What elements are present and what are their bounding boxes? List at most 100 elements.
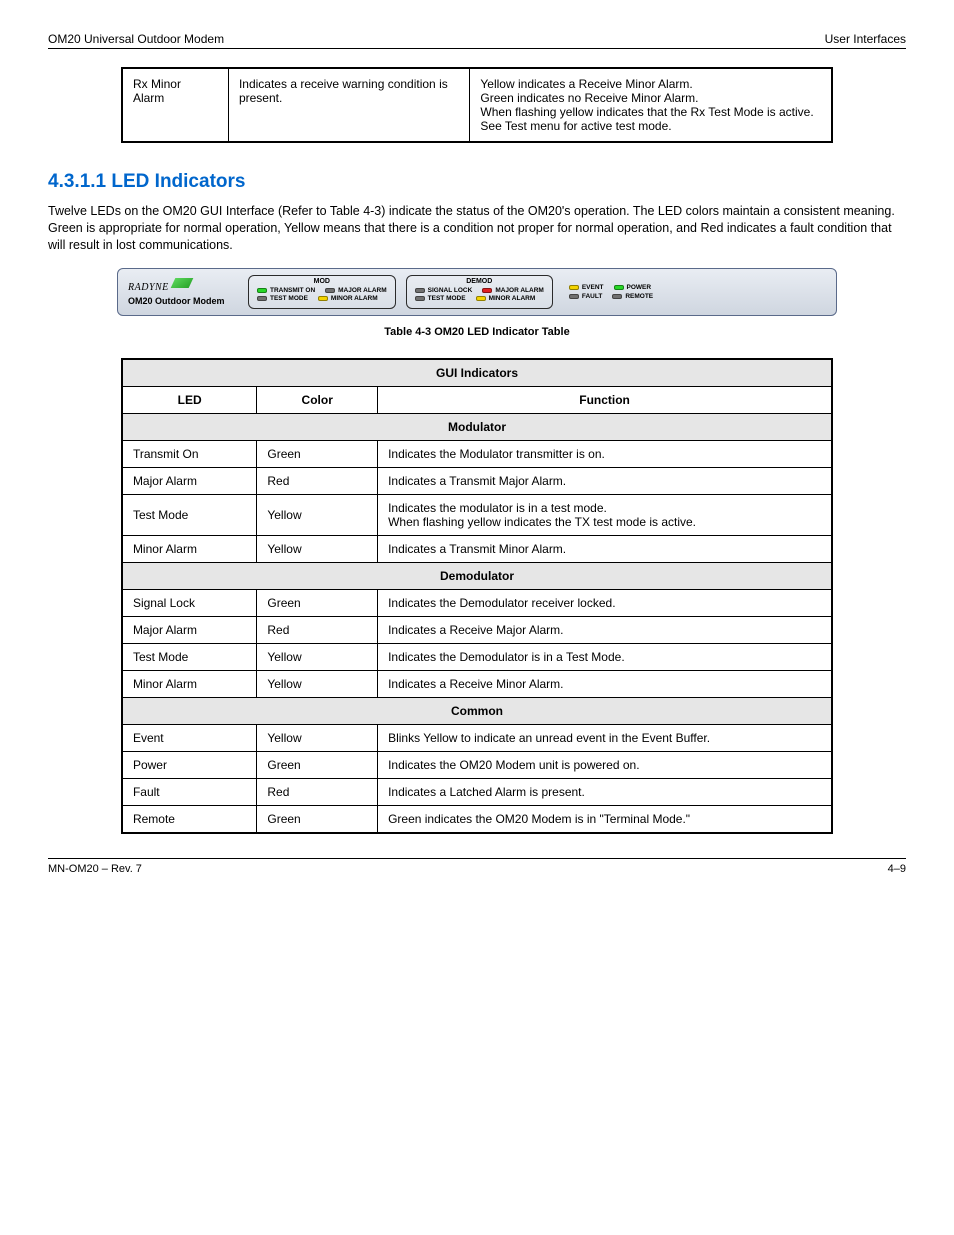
mod-title: MOD <box>257 278 387 285</box>
led-transmit-on: TRANSMIT ON <box>257 287 315 294</box>
header-right: User Interfaces <box>825 32 906 46</box>
t2-group-demodulator: Demodulator <box>122 562 832 589</box>
t1-status-l3: When flashing yellow indicates that the … <box>480 105 821 133</box>
cell: Red <box>257 616 378 643</box>
cell: Green <box>257 805 378 833</box>
table-row: Minor AlarmYellowIndicates a Transmit Mi… <box>122 535 832 562</box>
cell: Event <box>122 724 257 751</box>
led-label: MAJOR ALARM <box>338 287 387 294</box>
led-label: REMOTE <box>625 293 653 300</box>
led-fault: FAULT <box>569 293 602 300</box>
cell: Test Mode <box>122 643 257 670</box>
cell: Indicates the OM20 Modem unit is powered… <box>378 751 832 778</box>
led-label: MAJOR ALARM <box>495 287 544 294</box>
cell-line: Indicates the modulator is in a test mod… <box>388 501 821 515</box>
radyne-swoosh-icon <box>170 278 193 288</box>
cell: Transmit On <box>122 440 257 467</box>
table-row: PowerGreenIndicates the OM20 Modem unit … <box>122 751 832 778</box>
t1-led-line2: Alarm <box>133 91 218 105</box>
cell: Minor Alarm <box>122 535 257 562</box>
led-event: EVENT <box>569 284 604 291</box>
led-indicator-table: GUI Indicators LED Color Function Modula… <box>121 358 833 834</box>
rx-minor-alarm-table: Rx Minor Alarm Indicates a receive warni… <box>121 67 833 143</box>
led-dot-icon <box>325 288 335 293</box>
led-label: SIGNAL LOCK <box>428 287 473 294</box>
figure-caption: Table 4-3 OM20 LED Indicator Table <box>48 326 906 338</box>
t2-h2: Color <box>257 386 378 413</box>
led-demod-major: MAJOR ALARM <box>482 287 544 294</box>
cell: Green <box>257 751 378 778</box>
led-dot-icon <box>415 296 425 301</box>
t2-group-modulator: Modulator <box>122 413 832 440</box>
t1-status-l1: Yellow indicates a Receive Minor Alarm. <box>480 77 821 91</box>
led-dot-icon <box>318 296 328 301</box>
cell: Red <box>257 778 378 805</box>
led-dot-icon <box>612 294 622 299</box>
t1-cell-desc: Indicates a receive warning condition is… <box>228 68 469 142</box>
led-dot-icon <box>476 296 486 301</box>
t2-h1: LED <box>122 386 257 413</box>
led-power: POWER <box>614 284 652 291</box>
cell: Indicates the Demodulator is in a Test M… <box>378 643 832 670</box>
cell: Remote <box>122 805 257 833</box>
table-row: Minor AlarmYellowIndicates a Receive Min… <box>122 670 832 697</box>
table-row: Test ModeYellowIndicates the Demodulator… <box>122 643 832 670</box>
led-label: TRANSMIT ON <box>270 287 315 294</box>
led-panel-figure: RADYNE OM20 Outdoor Modem MOD TRANSMIT O… <box>117 268 837 316</box>
footer-right: 4–9 <box>888 863 906 875</box>
demod-title: DEMOD <box>415 278 544 285</box>
led-demod-minor: MINOR ALARM <box>476 295 536 302</box>
cell: Power <box>122 751 257 778</box>
table-row: Major AlarmRedIndicates a Transmit Major… <box>122 467 832 494</box>
page-header: OM20 Universal Outdoor Modem User Interf… <box>48 32 906 46</box>
cell: Green indicates the OM20 Modem is in "Te… <box>378 805 832 833</box>
table-row: Major AlarmRedIndicates a Receive Major … <box>122 616 832 643</box>
cell: Red <box>257 467 378 494</box>
led-label: MINOR ALARM <box>331 295 378 302</box>
cell: Indicates the Demodulator receiver locke… <box>378 589 832 616</box>
header-left: OM20 Universal Outdoor Modem <box>48 32 224 46</box>
led-label: FAULT <box>582 293 602 300</box>
led-mod-minor: MINOR ALARM <box>318 295 378 302</box>
t1-cell-status: Yellow indicates a Receive Minor Alarm. … <box>470 68 832 142</box>
cell: Yellow <box>257 724 378 751</box>
cell-line: When flashing yellow indicates the TX te… <box>388 515 821 529</box>
led-dot-icon <box>257 288 267 293</box>
table-row: FaultRedIndicates a Latched Alarm is pre… <box>122 778 832 805</box>
cell: Yellow <box>257 535 378 562</box>
panel-logo: RADYNE OM20 Outdoor Modem <box>128 278 238 306</box>
table-row: EventYellowBlinks Yellow to indicate an … <box>122 724 832 751</box>
cell: Indicates a Receive Major Alarm. <box>378 616 832 643</box>
cell: Indicates a Latched Alarm is present. <box>378 778 832 805</box>
section-paragraph: Twelve LEDs on the OM20 GUI Interface (R… <box>48 203 906 254</box>
led-dot-icon <box>569 294 579 299</box>
cell: Green <box>257 440 378 467</box>
t1-status-l2: Green indicates no Receive Minor Alarm. <box>480 91 821 105</box>
cell: Signal Lock <box>122 589 257 616</box>
led-signal-lock: SIGNAL LOCK <box>415 287 473 294</box>
led-dot-icon <box>614 285 624 290</box>
led-label: EVENT <box>582 284 604 291</box>
cell: Indicates the modulator is in a test mod… <box>378 494 832 535</box>
demod-led-group: DEMOD SIGNAL LOCK MAJOR ALARM TEST MODE … <box>406 275 553 309</box>
cell: Fault <box>122 778 257 805</box>
led-remote: REMOTE <box>612 293 653 300</box>
led-dot-icon <box>257 296 267 301</box>
table-row: Signal LockGreenIndicates the Demodulato… <box>122 589 832 616</box>
cell: Yellow <box>257 494 378 535</box>
led-mod-major: MAJOR ALARM <box>325 287 387 294</box>
led-label: TEST MODE <box>270 295 308 302</box>
cell: Green <box>257 589 378 616</box>
t2-group-common: Common <box>122 697 832 724</box>
cell: Major Alarm <box>122 467 257 494</box>
footer-left: MN-OM20 – Rev. 7 <box>48 863 142 875</box>
led-demod-test: TEST MODE <box>415 295 466 302</box>
panel-brand: RADYNE <box>128 282 169 293</box>
table-row: Test ModeYellowIndicates the modulator i… <box>122 494 832 535</box>
common-led-group: EVENT POWER FAULT REMOTE <box>569 284 653 300</box>
cell: Indicates a Transmit Major Alarm. <box>378 467 832 494</box>
led-dot-icon <box>569 285 579 290</box>
panel-product: OM20 Outdoor Modem <box>128 296 238 306</box>
t1-led-line1: Rx Minor <box>133 77 218 91</box>
header-rule <box>48 48 906 49</box>
